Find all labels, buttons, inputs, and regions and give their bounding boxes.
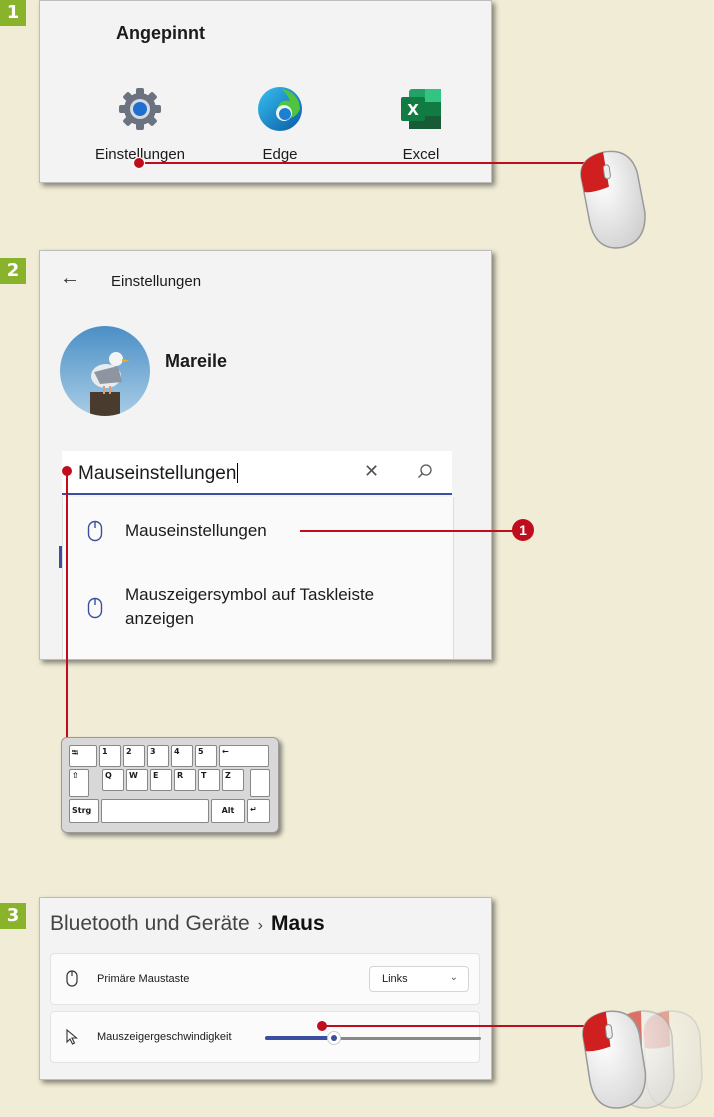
svg-text:X: X bbox=[407, 101, 419, 119]
primary-button-select[interactable]: Links ⌄ bbox=[369, 966, 469, 992]
keyboard-illustration: ⭾ 1 2 3 4 5 ← ⇧ Q W E R T Z Strg Alt ↵ bbox=[61, 737, 279, 833]
suggestion-label-line1: Mauszeigersymbol auf Taskleiste bbox=[125, 585, 375, 604]
callout-line-step1 bbox=[140, 162, 600, 164]
search-suggestions: Mauseinstellungen Mauszeigersymbol auf T… bbox=[62, 497, 454, 659]
callout-line-typing bbox=[66, 471, 68, 741]
settings-title: Einstellungen bbox=[111, 273, 202, 290]
breadcrumb-current: Maus bbox=[270, 912, 325, 935]
settings-gear-icon bbox=[116, 85, 164, 135]
callout-line-suggestion bbox=[300, 530, 522, 532]
edge-icon bbox=[256, 85, 304, 135]
step-badge-2: 2 bbox=[0, 258, 26, 284]
key: Z bbox=[222, 769, 244, 791]
breadcrumb-parent[interactable]: Bluetooth und Geräte bbox=[50, 912, 250, 935]
suggestion-label-line2: anzeigen bbox=[125, 609, 195, 628]
key: W bbox=[126, 769, 148, 791]
mouse-icon bbox=[66, 970, 78, 992]
key: E bbox=[150, 769, 172, 791]
back-arrow-icon[interactable]: ← bbox=[60, 267, 80, 290]
settings-panel: ← Einstellungen Mareile Mauseinstellunge… bbox=[39, 250, 492, 660]
search-icon[interactable] bbox=[417, 463, 433, 484]
pinned-app-edge[interactable]: Edge bbox=[215, 85, 345, 163]
step-badge-1: 1 bbox=[0, 0, 26, 26]
breadcrumb-separator: › bbox=[257, 917, 263, 934]
key: Q bbox=[102, 769, 124, 791]
key: R bbox=[174, 769, 196, 791]
user-avatar bbox=[60, 326, 150, 416]
mouse-icon bbox=[87, 520, 103, 547]
callout-line-step3 bbox=[322, 1025, 597, 1027]
key: 3 bbox=[147, 745, 169, 767]
pinned-section-title: Angepinnt bbox=[116, 23, 205, 43]
mouse-settings-panel: Bluetooth und Geräte › Maus Primäre Mausta… bbox=[39, 897, 492, 1080]
settings-search-input[interactable]: Mauseinstellungen ✕ bbox=[62, 451, 452, 495]
mouse-drag-icon bbox=[574, 1004, 714, 1117]
space-key bbox=[101, 799, 209, 823]
alt-key: Alt bbox=[211, 799, 245, 823]
app-label-edge: Edge bbox=[262, 146, 298, 163]
key: 1 bbox=[99, 745, 121, 767]
suggestion-label: Mauseinstellungen bbox=[125, 521, 267, 540]
chevron-down-icon: ⌄ bbox=[449, 972, 458, 983]
pointer-speed-row: Mauszeigergeschwindigkeit bbox=[50, 1011, 481, 1063]
pinned-app-settings[interactable]: Einstellungen bbox=[75, 85, 205, 163]
search-input-value: Mauseinstellungen bbox=[78, 463, 239, 484]
primary-button-row: Primäre Maustaste Links ⌄ bbox=[50, 953, 480, 1005]
pointer-speed-fill bbox=[265, 1036, 335, 1040]
enter-key bbox=[250, 769, 270, 797]
clear-search-icon[interactable]: ✕ bbox=[364, 461, 379, 482]
tab-key: ⭾ bbox=[69, 745, 97, 767]
enter-key-lower: ↵ bbox=[247, 799, 270, 823]
suggestion-pointer-taskbar[interactable]: Mauszeigersymbol auf Taskleiste anzeigen bbox=[63, 577, 453, 647]
pointer-speed-label: Mauszeigergeschwindigkeit bbox=[97, 1031, 232, 1043]
mouse-left-click-icon bbox=[575, 146, 655, 261]
pinned-app-excel[interactable]: X Excel bbox=[356, 85, 486, 163]
ctrl-key: Strg bbox=[69, 799, 99, 823]
shift-key: ⇧ bbox=[69, 769, 89, 797]
app-label-excel: Excel bbox=[402, 146, 440, 163]
user-name: Mareile bbox=[165, 351, 228, 371]
start-menu-pinned-panel: Angepinnt Einstellungen Edge X Excel bbox=[39, 0, 492, 183]
callout-number-badge: 1 bbox=[512, 519, 534, 541]
primary-button-label: Primäre Maustaste bbox=[97, 973, 190, 985]
pointer-speed-thumb[interactable] bbox=[327, 1031, 342, 1045]
key: 4 bbox=[171, 745, 193, 767]
step-badge-3: 3 bbox=[0, 903, 26, 929]
breadcrumb: Bluetooth und Geräte › Maus bbox=[50, 912, 325, 936]
backspace-key: ← bbox=[219, 745, 269, 767]
suggestion-mauseinstellungen[interactable]: Mauseinstellungen bbox=[63, 497, 453, 557]
pointer-arrow-icon bbox=[66, 1028, 79, 1050]
key: T bbox=[198, 769, 220, 791]
mouse-icon bbox=[87, 597, 103, 624]
key: 5 bbox=[195, 745, 217, 767]
callout-dot-step1 bbox=[133, 157, 145, 169]
key: 2 bbox=[123, 745, 145, 767]
excel-icon: X bbox=[397, 85, 445, 135]
